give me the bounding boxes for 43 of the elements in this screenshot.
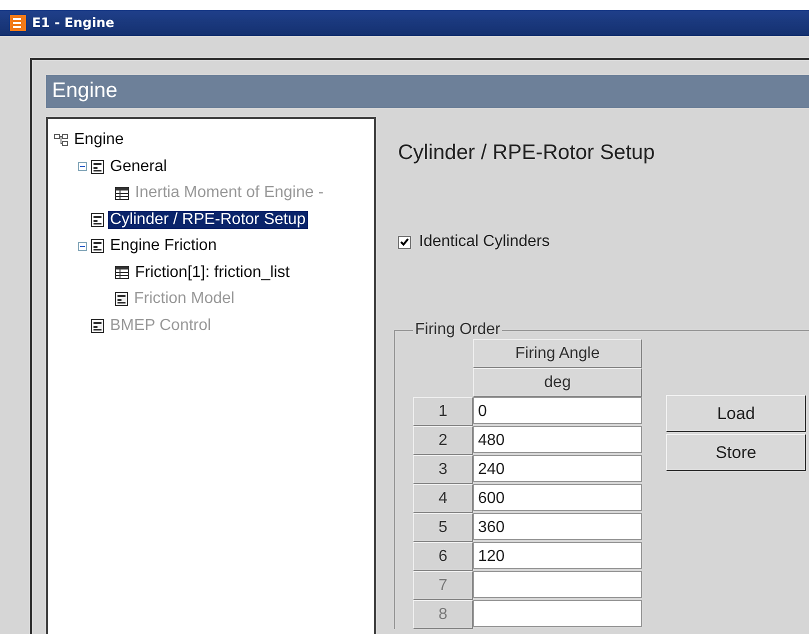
- form-icon: [115, 292, 128, 306]
- form-icon: [91, 318, 104, 333]
- table-icon: [115, 186, 129, 200]
- collapse-icon[interactable]: [78, 242, 87, 251]
- app-logo-icon: [10, 15, 26, 31]
- row-header: 3: [413, 455, 473, 484]
- tree-item[interactable]: Engine Friction: [108, 237, 219, 256]
- row-header: 2: [413, 426, 473, 455]
- angle-input-field[interactable]: 0: [473, 397, 642, 424]
- angle-input-field[interactable]: 360: [473, 513, 642, 540]
- checkbox-label: Identical Cylinders: [419, 233, 550, 251]
- angle-input-field[interactable]: 600: [473, 484, 642, 511]
- angle-input-field[interactable]: 120: [473, 542, 642, 569]
- tree-root-icon: [54, 134, 68, 147]
- checkbox[interactable]: [398, 236, 411, 248]
- tree-item[interactable]: General: [108, 158, 169, 176]
- angle-input-field[interactable]: 480: [473, 426, 642, 453]
- tree-item[interactable]: Cylinder / RPE-Rotor Setup: [108, 210, 308, 229]
- row-header: 4: [413, 484, 473, 513]
- row-header: 6: [413, 542, 473, 571]
- group-legend: Firing Order: [413, 321, 502, 339]
- collapse-icon[interactable]: [78, 162, 87, 172]
- unit-header: deg: [473, 368, 642, 397]
- action-button[interactable]: Store: [666, 434, 806, 471]
- angle-input-field[interactable]: [473, 600, 642, 627]
- section-heading: Cylinder / RPE-Rotor Setup: [398, 141, 656, 165]
- row-header: 8: [413, 600, 473, 629]
- form-icon: [91, 212, 104, 227]
- row-header: 1: [413, 397, 473, 426]
- angle-input-field[interactable]: [473, 571, 642, 598]
- check-icon: [400, 238, 409, 246]
- column-header: Firing Angle: [473, 339, 642, 368]
- form-icon: [91, 160, 104, 174]
- table-icon: [115, 266, 129, 280]
- form-icon: [91, 239, 104, 254]
- tree-item[interactable]: Engine: [72, 131, 126, 150]
- window-title: E1 - Engine: [32, 16, 114, 30]
- panel-header: Engine: [46, 75, 809, 108]
- action-button[interactable]: Load: [666, 395, 806, 432]
- tree-item[interactable]: Friction[1]: friction_list: [133, 264, 292, 282]
- row-header: 5: [413, 513, 473, 542]
- row-header: 7: [413, 571, 473, 600]
- angle-input-field[interactable]: 240: [473, 455, 642, 482]
